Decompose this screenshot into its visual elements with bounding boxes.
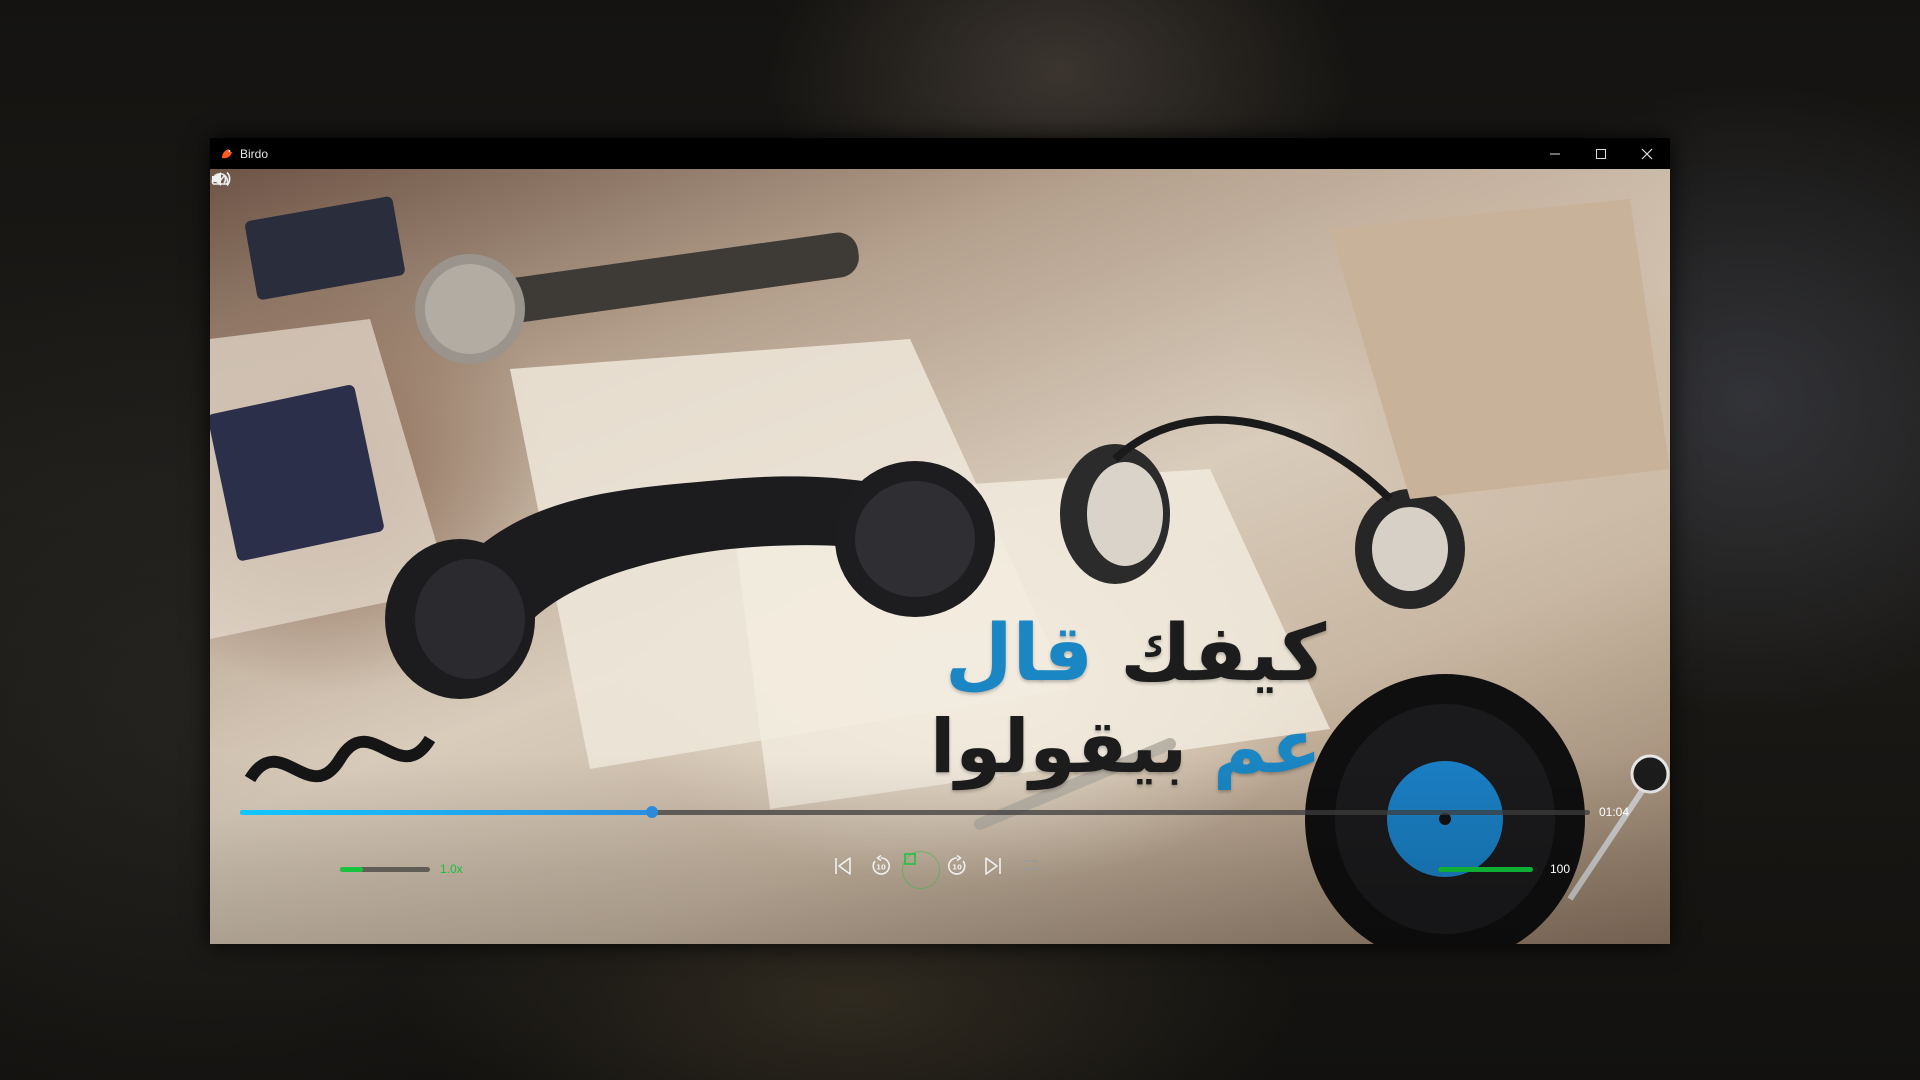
minimize-icon (1550, 153, 1560, 154)
rewind-10-button[interactable]: 10 (870, 855, 898, 883)
stop-icon (904, 853, 916, 865)
birdo-logo-icon (222, 148, 232, 158)
window-title: Birdo (240, 146, 269, 161)
title-bar[interactable]: Birdo (210, 138, 1670, 169)
stop-button[interactable] (902, 851, 940, 889)
close-icon (1641, 148, 1653, 159)
volume-value: 100 (1550, 862, 1571, 876)
seek-bar-fill (240, 810, 652, 815)
caption-line-1: كيفك قال (945, 609, 1326, 699)
next-button[interactable] (982, 855, 1010, 883)
repeat-button[interactable] (1021, 855, 1049, 883)
elapsed-time: 01:04 (1599, 805, 1630, 819)
forward-10-icon: 10 (947, 855, 966, 875)
speed-slider[interactable] (340, 867, 430, 872)
player-window: Birdo كيفك قال عم بيقولوا 01:04 1.0x 10 … (210, 138, 1670, 944)
forward-10-button[interactable]: 10 (946, 855, 974, 883)
speed-slider-fill (340, 867, 363, 872)
previous-button[interactable] (832, 855, 860, 883)
maximize-button[interactable] (1578, 138, 1624, 169)
volume-slider[interactable] (1438, 867, 1538, 872)
next-icon (985, 857, 1001, 875)
caption-word-kifak: كيفك (1120, 609, 1327, 699)
seek-bar-thumb[interactable] (645, 806, 658, 818)
repeat-icon (1024, 858, 1038, 872)
rewind-10-icon: 10 (872, 855, 891, 875)
minimize-button[interactable] (1532, 138, 1578, 169)
svg-text:10: 10 (876, 864, 886, 872)
close-button[interactable] (1624, 138, 1670, 169)
svg-text:10: 10 (952, 864, 962, 872)
video-frame[interactable]: كيفك قال عم بيقولوا 01:04 1.0x 10 10 100 (210, 169, 1670, 944)
caption-word-qal: قال (945, 609, 1094, 699)
previous-icon (835, 857, 851, 875)
volume-slider-fill (1438, 867, 1533, 872)
controls-overlay (210, 754, 1670, 944)
maximize-icon (1596, 148, 1606, 159)
volume-icon[interactable] (210, 169, 232, 189)
seek-bar[interactable] (240, 806, 1590, 818)
speed-value: 1.0x (440, 862, 463, 876)
